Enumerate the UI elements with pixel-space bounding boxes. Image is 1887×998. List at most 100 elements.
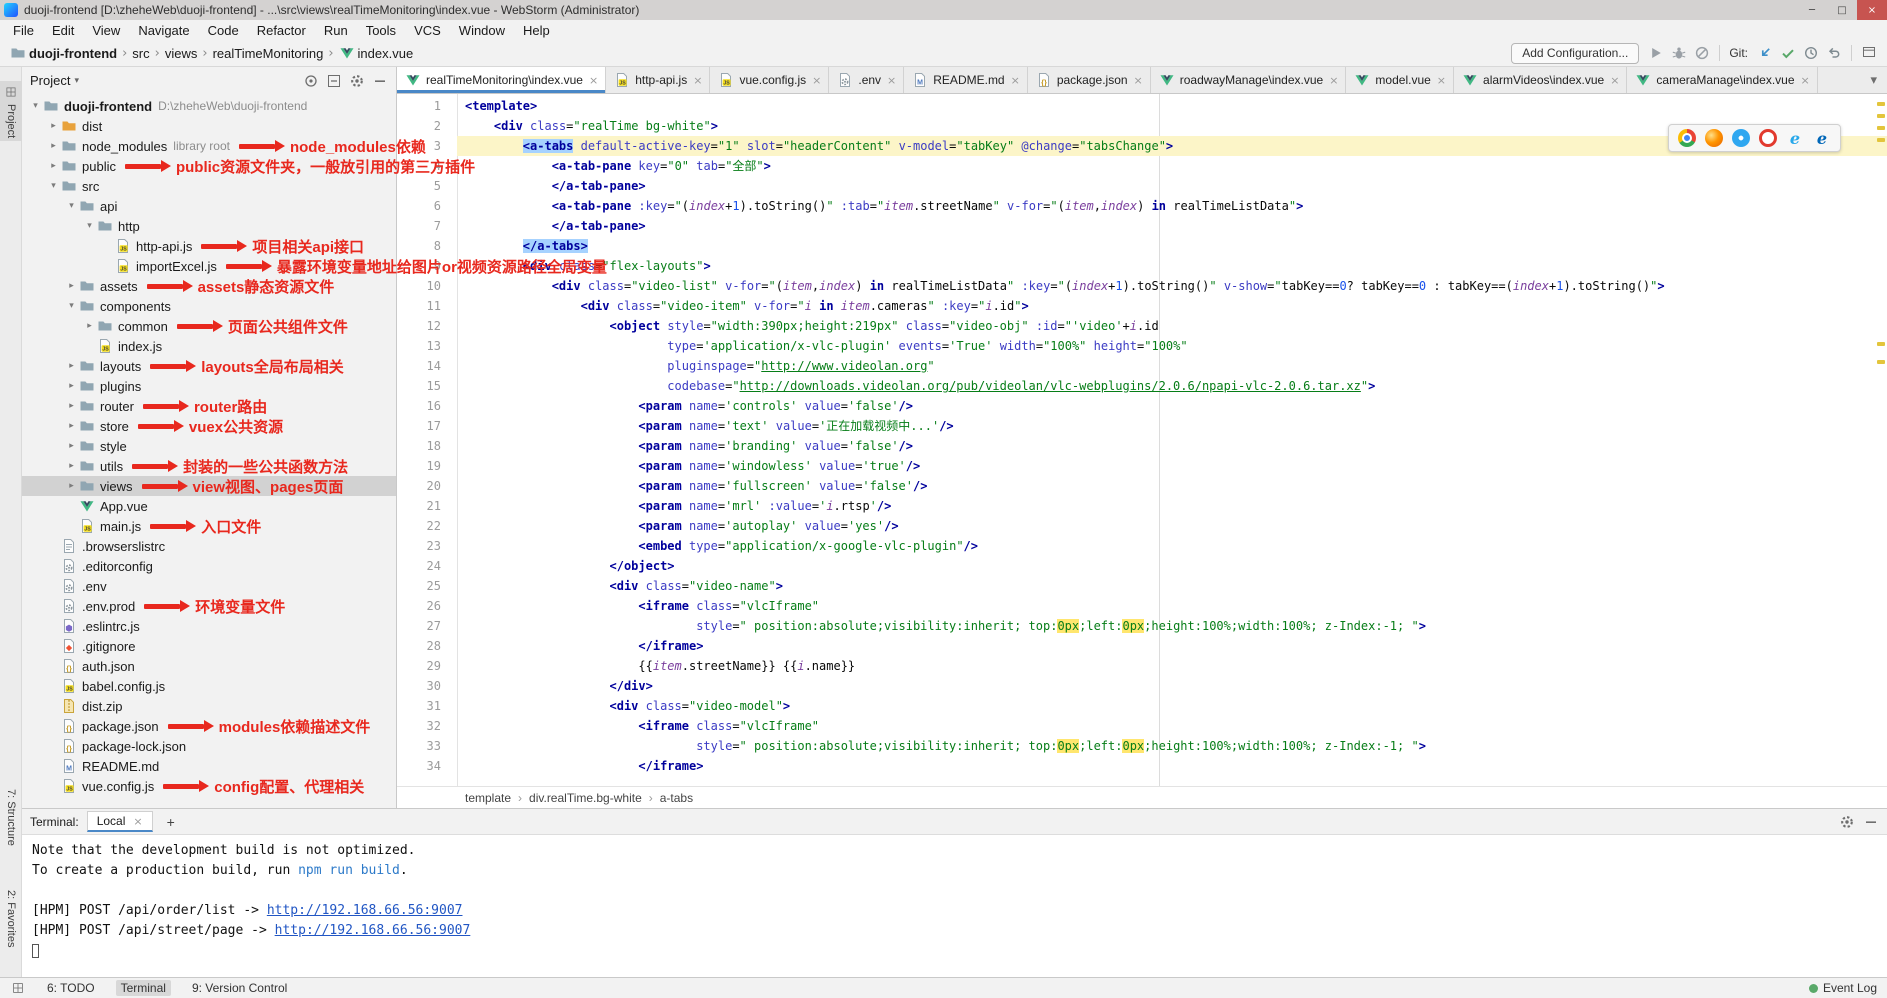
close-icon[interactable]: × bbox=[1801, 74, 1810, 87]
code-editor[interactable]: 1<template>2 <div class="realTime bg-whi… bbox=[397, 94, 1887, 786]
menu-file[interactable]: File bbox=[4, 23, 43, 38]
scrollbar-mark[interactable] bbox=[1877, 102, 1885, 106]
code-line[interactable]: 21 <param name='mrl' :value='i.rtsp'/> bbox=[397, 496, 1887, 516]
code-line[interactable]: 7 </a-tab-pane> bbox=[397, 216, 1887, 236]
window-layout-icon[interactable] bbox=[1861, 44, 1877, 60]
editor-tab[interactable]: MREADME.md× bbox=[904, 67, 1028, 93]
close-icon[interactable]: × bbox=[693, 74, 702, 87]
code-line[interactable]: 23 <embed type="application/x-google-vlc… bbox=[397, 536, 1887, 556]
code-line[interactable]: 34 </iframe> bbox=[397, 756, 1887, 776]
tree-item[interactable]: ▸viewsview视图、pages页面 bbox=[22, 476, 396, 496]
chevron-right-icon[interactable]: ▸ bbox=[64, 441, 79, 451]
chevron-down-icon[interactable]: ▾ bbox=[64, 201, 79, 211]
tree-item[interactable]: ▸publicpublic资源文件夹，一般放引用的第三方插件 bbox=[22, 156, 396, 176]
minimize-icon[interactable]: ─ bbox=[1797, 0, 1827, 20]
new-terminal-button[interactable]: + bbox=[161, 814, 181, 830]
tree-item[interactable]: JSvue.config.jsconfig配置、代理相关 bbox=[22, 776, 396, 796]
editor-tab[interactable]: JShttp-api.js× bbox=[606, 67, 710, 93]
code-line[interactable]: 9 <div class="flex-layouts"> bbox=[397, 256, 1887, 276]
tree-item[interactable]: ▸dist bbox=[22, 116, 396, 136]
tree-item[interactable]: MREADME.md bbox=[22, 756, 396, 776]
hide-icon[interactable] bbox=[1863, 814, 1879, 830]
tree-item[interactable]: JSmain.js入口文件 bbox=[22, 516, 396, 536]
run-icon[interactable] bbox=[1648, 45, 1664, 61]
code-line[interactable]: 28 </iframe> bbox=[397, 636, 1887, 656]
collapse-icon[interactable] bbox=[326, 73, 342, 89]
ie-icon[interactable]: e bbox=[1786, 129, 1804, 147]
git-rollback-icon[interactable] bbox=[1826, 45, 1842, 61]
close-icon[interactable]: × bbox=[812, 74, 821, 87]
code-line[interactable]: 24 </object> bbox=[397, 556, 1887, 576]
menu-vcs[interactable]: VCS bbox=[405, 23, 450, 38]
breadcrumb-item[interactable]: index.vue bbox=[339, 45, 414, 61]
editor-breadcrumb-item[interactable]: template bbox=[465, 791, 511, 805]
code-line[interactable]: 19 <param name='windowless' value='true'… bbox=[397, 456, 1887, 476]
tree-item[interactable]: ▸node_moduleslibrary rootnode_modules依赖 bbox=[22, 136, 396, 156]
tool-window-switcher-icon[interactable] bbox=[12, 982, 25, 995]
settings-icon[interactable] bbox=[1839, 814, 1855, 830]
menu-view[interactable]: View bbox=[83, 23, 129, 38]
safari-icon[interactable] bbox=[1732, 129, 1750, 147]
breadcrumb-item[interactable]: realTimeMonitoring bbox=[213, 46, 324, 61]
tree-item[interactable]: .gitignore bbox=[22, 636, 396, 656]
tree-item[interactable]: ▾components bbox=[22, 296, 396, 316]
tree-item[interactable]: ▸routerrouter路由 bbox=[22, 396, 396, 416]
scrollbar-mark[interactable] bbox=[1877, 138, 1885, 142]
code-line[interactable]: 29 {{item.streetName}} {{i.name}} bbox=[397, 656, 1887, 676]
code-line[interactable]: 8 </a-tabs> bbox=[397, 236, 1887, 256]
tree-item[interactable]: {}package-lock.json bbox=[22, 736, 396, 756]
chevron-down-icon[interactable]: ▾ bbox=[74, 76, 79, 86]
terminal-output[interactable]: Note that the development build is not o… bbox=[22, 835, 1887, 977]
chevron-right-icon[interactable]: ▸ bbox=[64, 361, 79, 371]
maximize-icon[interactable]: □ bbox=[1827, 0, 1857, 20]
tree-item[interactable]: JShttp-api.js项目相关api接口 bbox=[22, 236, 396, 256]
tree-item[interactable]: .env.prod环境变量文件 bbox=[22, 596, 396, 616]
locate-icon[interactable] bbox=[303, 73, 319, 89]
code-line[interactable]: 17 <param name='text' value='正在加载视频中...'… bbox=[397, 416, 1887, 436]
opera-icon[interactable] bbox=[1759, 129, 1777, 147]
terminal-tab-local[interactable]: Local × bbox=[87, 811, 153, 832]
tool-button-project[interactable]: Project bbox=[0, 81, 22, 141]
editor-tab[interactable]: {}package.json× bbox=[1028, 67, 1151, 93]
tree-item[interactable]: {}package.jsonmodules依赖描述文件 bbox=[22, 716, 396, 736]
close-icon[interactable]: × bbox=[1610, 74, 1619, 87]
editor-breadcrumb-item[interactable]: div.realTime.bg-white bbox=[529, 791, 642, 805]
tree-item[interactable]: .browserslistrc bbox=[22, 536, 396, 556]
code-line[interactable]: 25 <div class="video-name"> bbox=[397, 576, 1887, 596]
close-icon[interactable]: × bbox=[589, 74, 598, 87]
tree-item[interactable]: ▾src bbox=[22, 176, 396, 196]
tree-item[interactable]: .env bbox=[22, 576, 396, 596]
code-line[interactable]: 27 style=" position:absolute;visibility:… bbox=[397, 616, 1887, 636]
chevron-right-icon[interactable]: ▸ bbox=[46, 141, 61, 151]
tree-item[interactable]: ▸layoutslayouts全局布局相关 bbox=[22, 356, 396, 376]
tree-item[interactable]: App.vue bbox=[22, 496, 396, 516]
chevron-right-icon[interactable]: ▸ bbox=[64, 481, 79, 491]
git-update-icon[interactable] bbox=[1757, 45, 1773, 61]
git-history-icon[interactable] bbox=[1803, 45, 1819, 61]
add-configuration-button[interactable]: Add Configuration... bbox=[1511, 43, 1639, 64]
scrollbar-mark[interactable] bbox=[1877, 342, 1885, 346]
menu-navigate[interactable]: Navigate bbox=[129, 23, 198, 38]
tree-item[interactable]: ▾duoji-frontendD:\zheheWeb\duoji-fronten… bbox=[22, 96, 396, 116]
close-icon[interactable]: × bbox=[133, 815, 142, 828]
terminal-link[interactable]: http://192.168.66.56:9007 bbox=[275, 923, 471, 938]
hide-icon[interactable] bbox=[372, 73, 388, 89]
code-line[interactable]: 15 codebase="http://downloads.videolan.o… bbox=[397, 376, 1887, 396]
prohibit-icon[interactable] bbox=[1694, 45, 1710, 61]
editor-tab[interactable]: roadwayManage\index.vue× bbox=[1151, 67, 1347, 93]
close-icon[interactable]: × bbox=[1857, 0, 1887, 20]
code-line[interactable]: 26 <iframe class="vlcIframe" bbox=[397, 596, 1887, 616]
close-icon[interactable]: × bbox=[1011, 74, 1020, 87]
project-panel-title[interactable]: Project bbox=[30, 73, 70, 88]
menu-window[interactable]: Window bbox=[450, 23, 514, 38]
code-line[interactable]: 5 </a-tab-pane> bbox=[397, 176, 1887, 196]
code-line[interactable]: 12 <object style="width:390px;height:219… bbox=[397, 316, 1887, 336]
edge-icon[interactable]: e bbox=[1813, 129, 1831, 147]
menu-code[interactable]: Code bbox=[199, 23, 248, 38]
chevron-right-icon[interactable]: ▸ bbox=[64, 281, 79, 291]
code-line[interactable]: 16 <param name='controls' value='false'/… bbox=[397, 396, 1887, 416]
firefox-icon[interactable] bbox=[1705, 129, 1723, 147]
code-line[interactable]: 14 pluginspage="http://www.videolan.org" bbox=[397, 356, 1887, 376]
tool-button-favorites[interactable]: 2: Favorites bbox=[0, 887, 22, 950]
close-icon[interactable]: × bbox=[1329, 74, 1338, 87]
